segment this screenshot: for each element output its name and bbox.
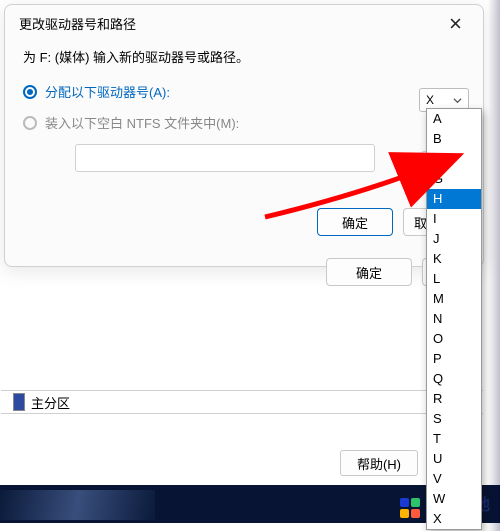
partition-label: 主分区 — [31, 393, 70, 412]
drive-letter-option[interactable]: A — [427, 109, 481, 129]
drive-letter-option[interactable]: B — [427, 129, 481, 149]
instruction-text: 为 F: (媒体) 输入新的驱动器号或路径。 — [23, 47, 465, 66]
radio-mount-folder[interactable]: 装入以下空白 NTFS 文件夹中(M): — [23, 113, 465, 132]
parent-ok-button[interactable]: 确定 — [326, 258, 412, 286]
close-icon — [450, 18, 461, 29]
drive-letter-option[interactable]: H — [427, 189, 481, 209]
ok-button[interactable]: 确定 — [317, 208, 393, 236]
drive-letter-option[interactable]: L — [427, 269, 481, 289]
partition-legend-row: 主分区 — [1, 390, 483, 414]
drive-letter-option[interactable]: K — [427, 249, 481, 269]
chevron-down-icon — [453, 96, 462, 105]
radio-icon — [23, 116, 37, 130]
drive-letter-option[interactable]: W — [427, 489, 481, 509]
watermark-icon — [400, 498, 420, 518]
radio-icon — [23, 85, 37, 99]
drive-letter-option[interactable]: S — [427, 409, 481, 429]
drive-letter-option[interactable]: J — [427, 229, 481, 249]
radio-assign-label: 分配以下驱动器号(A): — [45, 82, 170, 101]
drive-letter-option[interactable]: I — [427, 209, 481, 229]
drive-letter-option[interactable]: F — [427, 149, 481, 169]
radio-assign-drive-letter[interactable]: 分配以下驱动器号(A): — [23, 82, 465, 101]
drive-letter-option[interactable]: R — [427, 389, 481, 409]
close-button[interactable] — [441, 11, 469, 35]
dialog-button-row: 确定 取 — [23, 208, 465, 252]
drive-letter-option[interactable]: U — [427, 449, 481, 469]
change-drive-letter-dialog: 更改驱动器号和路径 为 F: (媒体) 输入新的驱动器号或路径。 分配以下驱动器… — [4, 4, 484, 267]
dialog-titlebar: 更改驱动器号和路径 — [5, 5, 483, 39]
drive-letter-option[interactable]: V — [427, 469, 481, 489]
drive-letter-option[interactable]: M — [427, 289, 481, 309]
drive-letter-option[interactable]: X — [427, 509, 481, 529]
drive-letter-option[interactable]: Q — [427, 369, 481, 389]
dialog-title: 更改驱动器号和路径 — [19, 14, 136, 33]
drive-letter-dropdown-list[interactable]: ABFGHIJKLMNOPQRSTUVWX — [426, 108, 482, 530]
radio-mount-label: 装入以下空白 NTFS 文件夹中(M): — [45, 113, 239, 132]
parent-dialog-buttons: 确定 取 — [0, 258, 484, 286]
drive-letter-option[interactable]: P — [427, 349, 481, 369]
drive-letter-option[interactable]: G — [427, 169, 481, 189]
dialog-body: 为 F: (媒体) 输入新的驱动器号或路径。 分配以下驱动器号(A): 装入以下… — [5, 39, 483, 266]
mount-path-input[interactable] — [75, 144, 375, 172]
right-edge-shadow — [488, 0, 500, 531]
help-button[interactable]: 帮助(H) — [340, 450, 418, 476]
partition-color-icon — [13, 393, 25, 411]
drive-letter-option[interactable]: N — [427, 309, 481, 329]
drive-letter-option[interactable]: T — [427, 429, 481, 449]
drive-letter-option[interactable]: O — [427, 329, 481, 349]
drive-letter-selected-value: X — [426, 93, 434, 107]
